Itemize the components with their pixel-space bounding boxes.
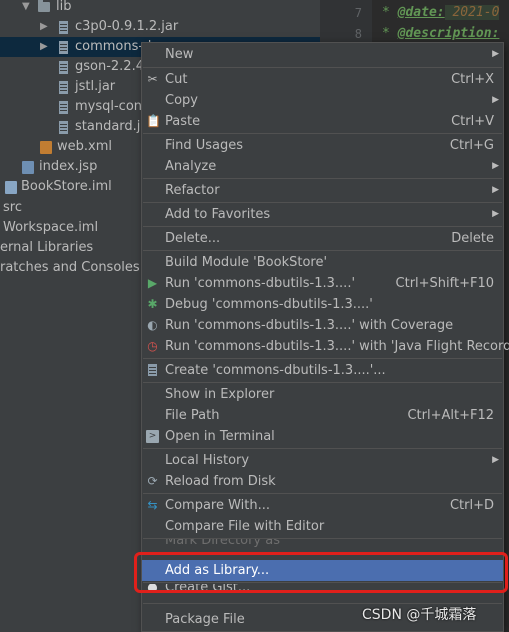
menu-item-local-history[interactable]: Local History ▶ [142, 450, 503, 471]
profiler-icon: ◷ [147, 339, 158, 353]
menu-item-reload-from-disk[interactable]: ⟳ Reload from Disk [142, 471, 503, 492]
collapse-arrow-icon[interactable]: ▶ [40, 37, 48, 57]
submenu-arrow-icon: ▶ [492, 455, 499, 465]
context-menu: New ▶ ✂ Cut Ctrl+X Copy ▶ 📋 Paste Ctrl+V… [141, 42, 509, 632]
collapse-arrow-icon[interactable]: ▶ [40, 17, 48, 37]
menu-separator [143, 382, 502, 383]
menu-item-delete[interactable]: Delete... Delete [142, 228, 503, 249]
menu-item-file-path[interactable]: File Path Ctrl+Alt+F12 [142, 405, 503, 426]
folder-icon [38, 0, 50, 12]
menu-separator [143, 493, 502, 494]
menu-item-find-usages[interactable]: Find Usages Ctrl+G [142, 135, 503, 156]
submenu-arrow-icon: ▶ [492, 95, 499, 105]
iml-file-icon [5, 181, 17, 194]
menu-item-add-to-favorites[interactable]: Add to Favorites ▶ [142, 204, 503, 225]
jar-icon [59, 41, 68, 54]
jar-icon [59, 121, 68, 134]
cut-icon: ✂ [147, 72, 158, 86]
annotation-highlight-box [134, 552, 508, 593]
menu-separator [143, 202, 502, 203]
tree-item-lib[interactable]: ▼ lib [0, 0, 320, 17]
menu-item-compare-with[interactable]: ⇆ Compare With... Ctrl+D [142, 495, 503, 516]
tree-item-jar[interactable]: ▶ c3p0-0.9.1.2.jar [0, 17, 320, 37]
menu-item-debug[interactable]: ✱ Debug 'commons-dbutils-1.3....' [142, 294, 503, 315]
terminal-icon: > [146, 430, 159, 443]
menu-separator [143, 358, 502, 359]
watermark: CSDN @千城霜落 [362, 607, 477, 623]
menu-item-mark-directory-as[interactable]: Mark Directory as [142, 539, 503, 552]
debug-icon: ✱ [147, 297, 158, 311]
menu-item-new[interactable]: New ▶ [142, 44, 503, 65]
code-line: * @date: 2021-0 [382, 5, 500, 20]
menu-item-cut[interactable]: ✂ Cut Ctrl+X [142, 69, 503, 90]
menu-item-paste[interactable]: 📋 Paste Ctrl+V [142, 111, 503, 132]
menu-separator [143, 226, 502, 227]
menu-item-show-in-explorer[interactable]: Show in Explorer [142, 384, 503, 405]
menu-item-create-config[interactable]: Create 'commons-dbutils-1.3....'... [142, 360, 503, 381]
menu-item-compare-file-with-editor[interactable]: Compare File with Editor [142, 516, 503, 537]
menu-separator [143, 67, 502, 68]
menu-item-open-in-terminal[interactable]: > Open in Terminal [142, 426, 503, 447]
submenu-arrow-icon: ▶ [492, 161, 499, 171]
create-config-icon [148, 364, 157, 376]
jar-icon [59, 61, 68, 74]
jar-icon [59, 101, 68, 114]
menu-item-refactor[interactable]: Refactor ▶ [142, 180, 503, 201]
submenu-arrow-icon: ▶ [492, 49, 499, 59]
xml-file-icon [40, 141, 52, 154]
jar-icon [59, 81, 68, 94]
menu-separator [143, 250, 502, 251]
code-line: * @description: [382, 26, 500, 41]
menu-item-run[interactable]: ▶ Run 'commons-dbutils-1.3....' Ctrl+Shi… [142, 273, 503, 294]
submenu-arrow-icon: ▶ [492, 209, 499, 219]
compare-icon: ⇆ [147, 498, 158, 512]
jar-icon [59, 21, 68, 34]
menu-item-copy[interactable]: Copy ▶ [142, 90, 503, 111]
menu-item-run-with-jfr[interactable]: ◷ Run 'commons-dbutils-1.3....' with 'Ja… [142, 336, 509, 357]
menu-item-run-with-coverage[interactable]: ◐ Run 'commons-dbutils-1.3....' with Cov… [142, 315, 503, 336]
reload-icon: ⟳ [147, 474, 158, 488]
menu-item-analyze[interactable]: Analyze ▶ [142, 156, 503, 177]
menu-separator [143, 178, 502, 179]
menu-separator [143, 133, 502, 134]
menu-item-build-module[interactable]: Build Module 'BookStore' [142, 252, 503, 273]
jsp-file-icon [22, 161, 34, 174]
submenu-arrow-icon: ▶ [492, 185, 499, 195]
menu-separator [143, 448, 502, 449]
expand-arrow-icon[interactable]: ▼ [22, 0, 30, 17]
paste-icon: 📋 [146, 114, 161, 128]
run-icon: ▶ [147, 276, 158, 290]
coverage-icon: ◐ [147, 318, 158, 332]
